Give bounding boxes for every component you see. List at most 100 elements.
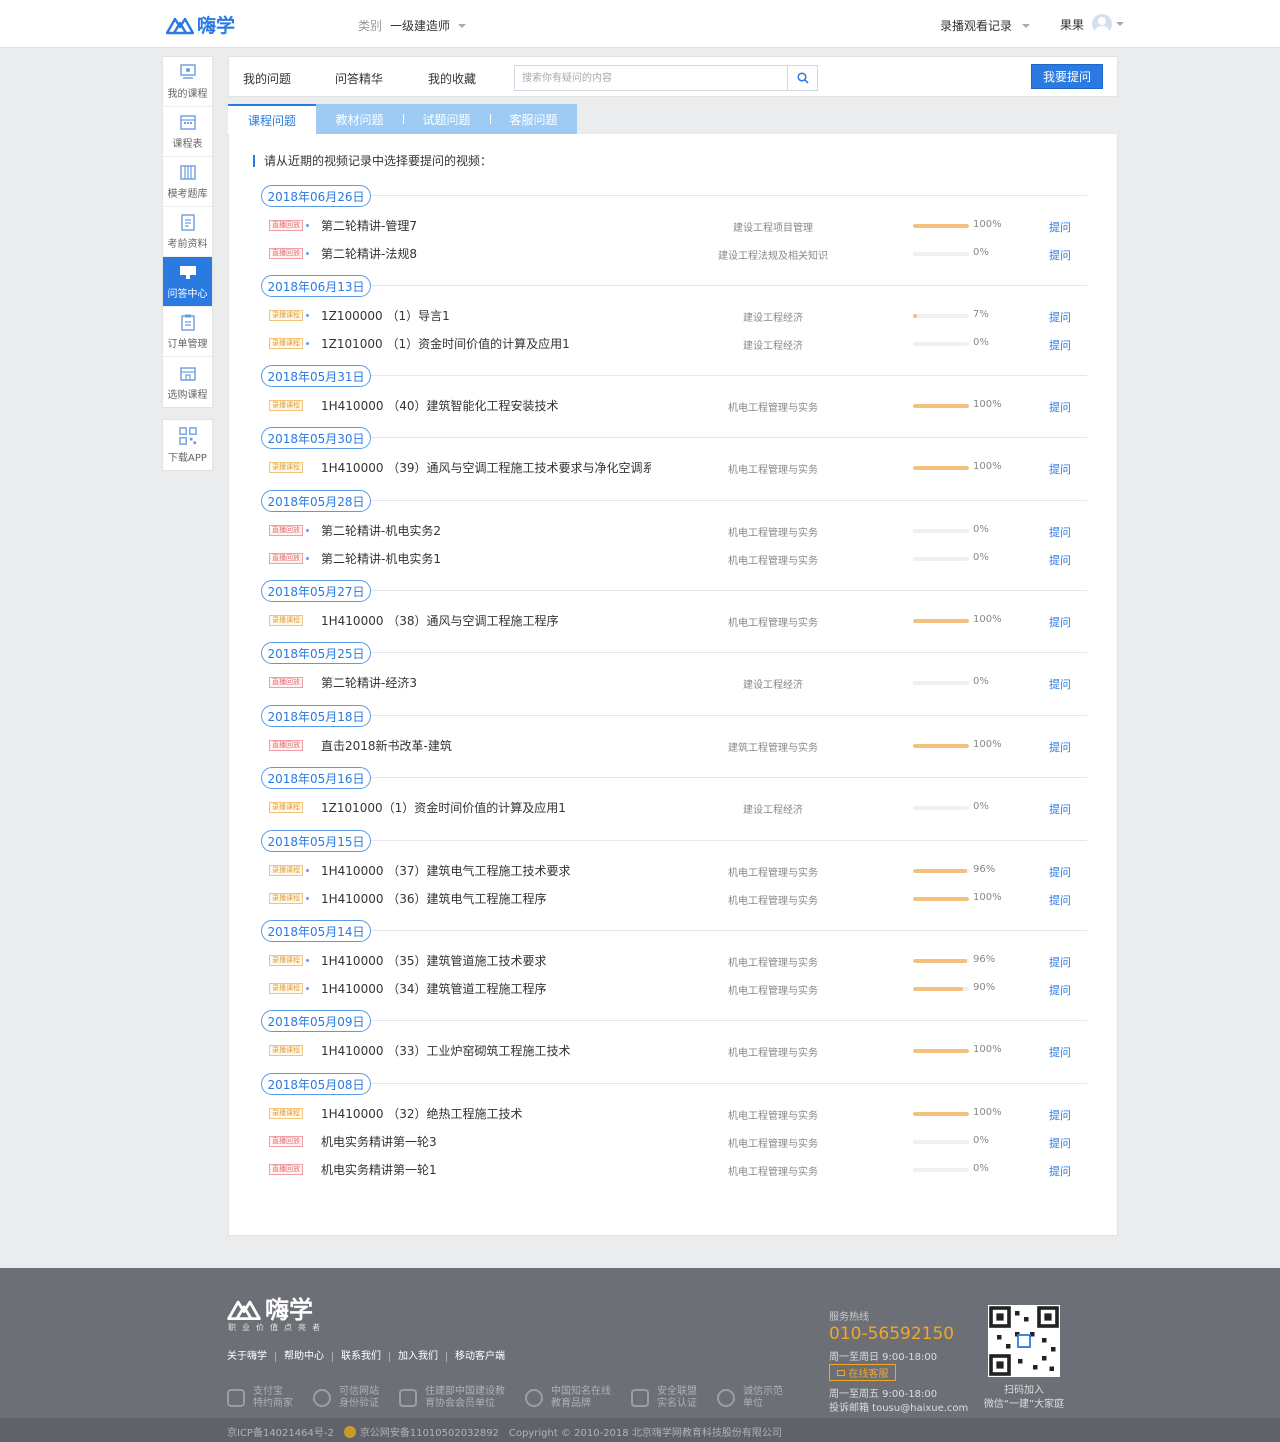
download-app-panel: 下载APP [162,419,213,471]
date-pill: 2018年05月18日 [261,705,371,727]
video-subject: 建设工程经济 [743,313,803,324]
ask-link[interactable]: 提问 [1049,1044,1071,1060]
ask-link[interactable]: 提问 [1049,461,1071,477]
certification-badge[interactable]: 诚信示范 单位 [717,1386,783,1410]
footer-link[interactable]: 移动客户端 [446,1352,513,1362]
date-divider [261,840,1087,841]
ask-link[interactable]: 提问 [1049,1107,1071,1123]
footer-links: 关于嗨学 帮助中心 联系我们 加入我们 移动客户端 [227,1352,513,1362]
icp-number[interactable]: 京ICP备14021464号-2 [227,1424,334,1439]
chevron-down-icon [458,23,467,28]
ask-link[interactable]: 提问 [1049,892,1071,908]
video-title: 1H410000 （34）建筑管道工程施工程序 [321,982,547,996]
date-header: 2018年05月15日 [261,830,1087,852]
progress-fill [913,619,969,623]
category-selector[interactable]: 类别 一级建造师 [358,17,467,34]
progress-percent: 100% [973,399,1002,410]
search-button[interactable] [787,66,817,90]
user-menu[interactable]: 果果 [1060,14,1125,34]
date-header: 2018年05月31日 [261,365,1087,387]
recorded-course-badge: 录播课程 [269,400,303,411]
ask-link[interactable]: 提问 [1049,399,1071,415]
date-group: 2018年05月14日 录播课程 1H410000 （35）建筑管道施工技术要求 机电… [261,920,1087,1002]
ask-link[interactable]: 提问 [1049,676,1071,692]
tab-exam-questions[interactable]: 试题问题 [403,104,490,134]
sidebar-item-question-bank[interactable]: 模考题库 [163,157,212,207]
tab-course-questions[interactable]: 课程问题 [228,104,316,134]
ask-link[interactable]: 提问 [1049,614,1071,630]
certification-icon [631,1389,649,1407]
ask-link[interactable]: 提问 [1049,1163,1071,1179]
sidebar-item-schedule[interactable]: 课程表 [163,107,212,157]
certification-badge[interactable]: 支付宝 特约商家 [227,1386,293,1410]
watch-records-menu[interactable]: 录播观看记录 [940,17,1031,34]
sidebar-item-label: 模考题库 [167,189,208,200]
ask-link[interactable]: 提问 [1049,954,1071,970]
ask-link[interactable]: 提问 [1049,524,1071,540]
certification-badge[interactable]: 中国知名在线 教育品牌 [525,1386,611,1410]
sidebar-item-download-app[interactable]: 下载APP [163,420,212,470]
qa-center-icon [179,266,196,279]
wechat-qr-code [988,1305,1060,1377]
tab-qa-essence[interactable]: 问答精华 [335,70,383,87]
certification-badge[interactable]: 可信网站 身份验证 [313,1386,379,1410]
ask-link[interactable]: 提问 [1049,247,1071,263]
progress-percent: 100% [973,1107,1002,1118]
ask-link[interactable]: 提问 [1049,219,1071,235]
date-group: 2018年05月18日直播回放 直击2018新书改革-建筑 建筑工程管理与实务 100… [261,705,1087,759]
video-subject: 机电工程管理与实务 [728,1167,818,1178]
sidebar-item-order[interactable]: 订单管理 [163,307,212,357]
ask-link[interactable]: 提问 [1049,309,1071,325]
sidebar-item-materials[interactable]: 考前资料 [163,207,212,257]
date-divider [261,195,1087,196]
watch-records-label: 录播观看记录 [940,19,1013,33]
certification-text: 中国知名在线 教育品牌 [551,1386,611,1410]
online-service-button[interactable]: 在线客服 [829,1364,896,1381]
unread-dot [306,342,309,345]
live-replay-badge: 直播回放 [269,553,303,564]
police-record[interactable]: 京公网安备11010502032892 [360,1424,499,1439]
footer-link[interactable]: 帮助中心 [275,1352,332,1362]
video-title: 第二轮精讲-机电实务1 [321,552,441,566]
tab-my-questions[interactable]: 我的问题 [243,70,291,87]
progress-fill [913,466,969,470]
ask-question-button[interactable]: 我要提问 [1031,64,1103,89]
video-row: 直播回放 直击2018新书改革-建筑 建筑工程管理与实务 100% 提问 [261,731,1087,759]
date-group: 2018年05月31日 录播课程 1H410000 （40）建筑智能化工程安装技术 机… [261,365,1087,419]
ask-link[interactable]: 提问 [1049,739,1071,755]
sidebar-item-my-course[interactable]: 我的课程 [163,57,212,107]
search-input[interactable] [515,66,787,90]
tab-my-favorites[interactable]: 我的收藏 [428,70,476,87]
date-header: 2018年05月30日 [261,427,1087,449]
certification-badge[interactable]: 安全联盟 实名认证 [631,1386,697,1410]
cert-line-1: 可信网站 [339,1386,379,1397]
footer-link[interactable]: 加入我们 [389,1352,446,1362]
video-subject: 机电工程管理与实务 [728,868,818,879]
copyright-text: Copyright © 2010-2018 北京嗨学网教育科技股份有限公司 [508,1428,782,1439]
tab-textbook-questions[interactable]: 教材问题 [316,104,403,134]
date-header: 2018年05月09日 [261,1010,1087,1032]
ask-link[interactable]: 提问 [1049,801,1071,817]
ask-link[interactable]: 提问 [1049,982,1071,998]
sidebar-item-qa-center[interactable]: 问答中心 [163,257,212,307]
video-subject: 建设工程经济 [743,341,803,352]
cert-line-1: 中国知名在线 [551,1386,611,1397]
footer-link[interactable]: 联系我们 [332,1352,389,1362]
video-row: 录播课程 1H410000 （36）建筑电气工程施工程序 机电工程管理与实务 100%… [261,884,1087,912]
sidebar-item-shop[interactable]: 选购课程 [163,357,212,407]
cert-line-2: 特约商家 [253,1398,293,1409]
certification-badge[interactable]: 住建部中国建设教 育协会会员单位 [399,1386,505,1410]
instruction-text: 请从近期的视频记录中选择要提问的视频： [253,152,492,169]
footer-link[interactable]: 关于嗨学 [227,1352,275,1362]
live-replay-badge: 直播回放 [269,1136,303,1147]
progress-percent: 0% [973,676,989,687]
site-logo[interactable]: 嗨学 [166,12,235,37]
certification-text: 住建部中国建设教 育协会会员单位 [425,1386,505,1410]
recorded-course-badge: 录播课程 [269,1045,303,1056]
ask-link[interactable]: 提问 [1049,864,1071,880]
ask-link[interactable]: 提问 [1049,552,1071,568]
ask-link[interactable]: 提问 [1049,1135,1071,1151]
tab-service-questions[interactable]: 客服问题 [490,104,577,134]
progress-percent: 100% [973,219,1002,230]
ask-link[interactable]: 提问 [1049,337,1071,353]
